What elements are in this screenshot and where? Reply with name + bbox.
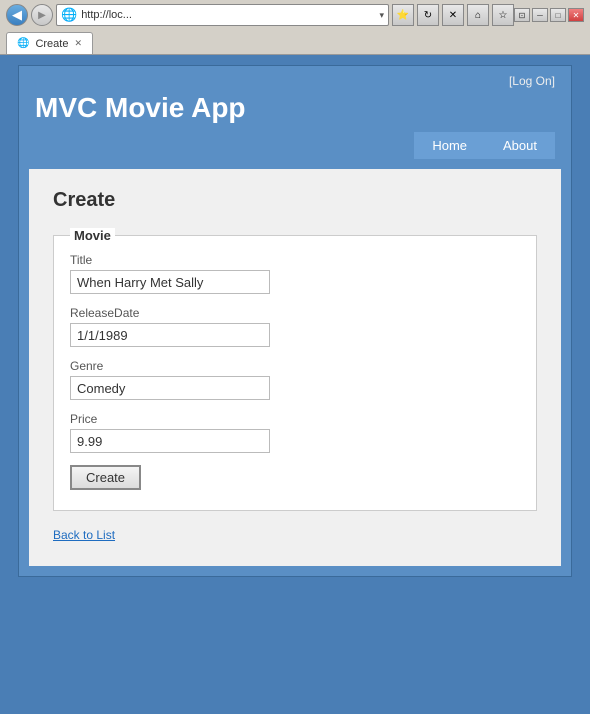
- nav-about-button[interactable]: About: [485, 132, 555, 159]
- back-to-list-link[interactable]: Back to List: [53, 528, 115, 542]
- price-input[interactable]: [70, 429, 270, 453]
- minimize-button[interactable]: ─: [532, 8, 548, 22]
- page-inner: [ Log On ] MVC Movie App Home About Crea…: [18, 65, 572, 577]
- back-icon: ◀: [12, 7, 22, 23]
- logon-bracket-close: ]: [552, 74, 555, 88]
- tab-bar: 🌐 Create ✕: [6, 28, 584, 54]
- browser-top-row: ◀ ▶ 🌐 ▾ ⭐ ↻ ✕ ⌂ ☆ ⊡ ─ □ ✕: [6, 4, 584, 26]
- page-wrapper: [ Log On ] MVC Movie App Home About Crea…: [0, 55, 590, 597]
- tab-title: Create: [35, 38, 68, 50]
- tab-favicon: 🌐: [17, 38, 29, 49]
- logon-link[interactable]: Log On: [512, 74, 551, 88]
- browser-right-nav: ⌂ ☆: [467, 4, 514, 26]
- site-header: [ Log On ] MVC Movie App Home About: [19, 66, 571, 159]
- snap-button[interactable]: ⊡: [514, 8, 530, 22]
- site-title: MVC Movie App: [35, 92, 555, 124]
- ie-address-icon: 🌐: [61, 7, 77, 23]
- site-nav: Home About: [35, 132, 555, 159]
- title-group: Title: [70, 253, 520, 294]
- movie-fieldset: Movie Title ReleaseDate Genre Price: [53, 228, 537, 511]
- content-area: Create Movie Title ReleaseDate Genre Pri…: [29, 169, 561, 566]
- bookmark-button[interactable]: ☆: [492, 4, 514, 26]
- page-heading: Create: [53, 189, 537, 212]
- create-button[interactable]: Create: [70, 465, 141, 490]
- fieldset-legend: Movie: [70, 228, 115, 243]
- address-dropdown-icon[interactable]: ▾: [379, 10, 384, 21]
- genre-input[interactable]: [70, 376, 270, 400]
- favorites-icon[interactable]: ⭐: [392, 4, 414, 26]
- title-input[interactable]: [70, 270, 270, 294]
- close-button[interactable]: ✕: [568, 8, 584, 22]
- forward-icon: ▶: [38, 10, 46, 21]
- back-button[interactable]: ◀: [6, 4, 28, 26]
- site-header-top: [ Log On ]: [35, 74, 555, 88]
- refresh-button[interactable]: ↻: [417, 4, 439, 26]
- title-label: Title: [70, 253, 520, 267]
- browser-chrome: ◀ ▶ 🌐 ▾ ⭐ ↻ ✕ ⌂ ☆ ⊡ ─ □ ✕: [0, 0, 590, 55]
- home-button[interactable]: ⌂: [467, 4, 489, 26]
- nav-and-address: ◀ ▶ 🌐 ▾ ⭐ ↻ ✕ ⌂ ☆: [6, 4, 514, 26]
- genre-group: Genre: [70, 359, 520, 400]
- release-group: ReleaseDate: [70, 306, 520, 347]
- price-label: Price: [70, 412, 520, 426]
- window-controls: ⊡ ─ □ ✕: [514, 8, 584, 22]
- address-input[interactable]: [81, 9, 375, 21]
- genre-label: Genre: [70, 359, 520, 373]
- forward-button[interactable]: ▶: [31, 4, 53, 26]
- stop-button[interactable]: ✕: [442, 4, 464, 26]
- release-label: ReleaseDate: [70, 306, 520, 320]
- maximize-button[interactable]: □: [550, 8, 566, 22]
- active-tab[interactable]: 🌐 Create ✕: [6, 32, 93, 54]
- release-input[interactable]: [70, 323, 270, 347]
- tab-close-icon[interactable]: ✕: [74, 38, 82, 49]
- address-bar: 🌐 ▾: [56, 4, 389, 26]
- price-group: Price: [70, 412, 520, 453]
- nav-home-button[interactable]: Home: [414, 132, 485, 159]
